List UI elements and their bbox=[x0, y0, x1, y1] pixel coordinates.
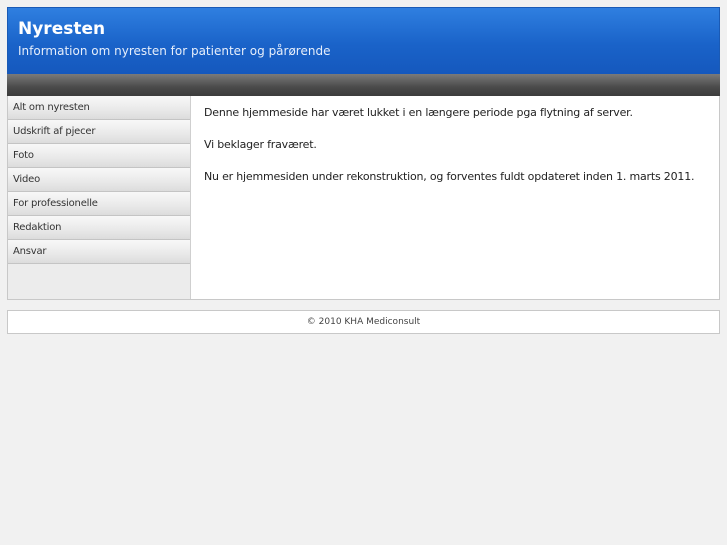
content-area: Alt om nyresten Udskrift af pjecer Foto … bbox=[7, 96, 720, 300]
sidebar-nav: Alt om nyresten Udskrift af pjecer Foto … bbox=[8, 96, 191, 299]
site-footer: © 2010 KHA Mediconsult bbox=[7, 310, 720, 334]
site-subtitle: Information om nyresten for patienter og… bbox=[18, 44, 331, 58]
sidebar-item-ansvar[interactable]: Ansvar bbox=[8, 240, 190, 264]
notice-paragraph: Denne hjemmeside har været lukket i en l… bbox=[204, 106, 633, 119]
header-divider-bar bbox=[7, 74, 720, 96]
status-paragraph: Nu er hjemmesiden under rekonstruktion, … bbox=[204, 170, 695, 183]
sidebar-item-alt-om-nyresten[interactable]: Alt om nyresten bbox=[8, 96, 190, 120]
copyright-text: © 2010 KHA Mediconsult bbox=[306, 317, 421, 327]
sidebar-item-video[interactable]: Video bbox=[8, 168, 190, 192]
page: Nyresten Information om nyresten for pat… bbox=[0, 0, 727, 545]
sidebar-item-for-professionelle[interactable]: For professionelle bbox=[8, 192, 190, 216]
site-header: Nyresten Information om nyresten for pat… bbox=[7, 7, 720, 74]
sidebar-item-foto[interactable]: Foto bbox=[8, 144, 190, 168]
apology-paragraph: Vi beklager fraværet. bbox=[204, 138, 317, 151]
sidebar-item-udskrift-af-pjecer[interactable]: Udskrift af pjecer bbox=[8, 120, 190, 144]
sidebar-item-redaktion[interactable]: Redaktion bbox=[8, 216, 190, 240]
main-content: Denne hjemmeside har været lukket i en l… bbox=[204, 106, 709, 202]
site-title[interactable]: Nyresten bbox=[18, 19, 105, 39]
